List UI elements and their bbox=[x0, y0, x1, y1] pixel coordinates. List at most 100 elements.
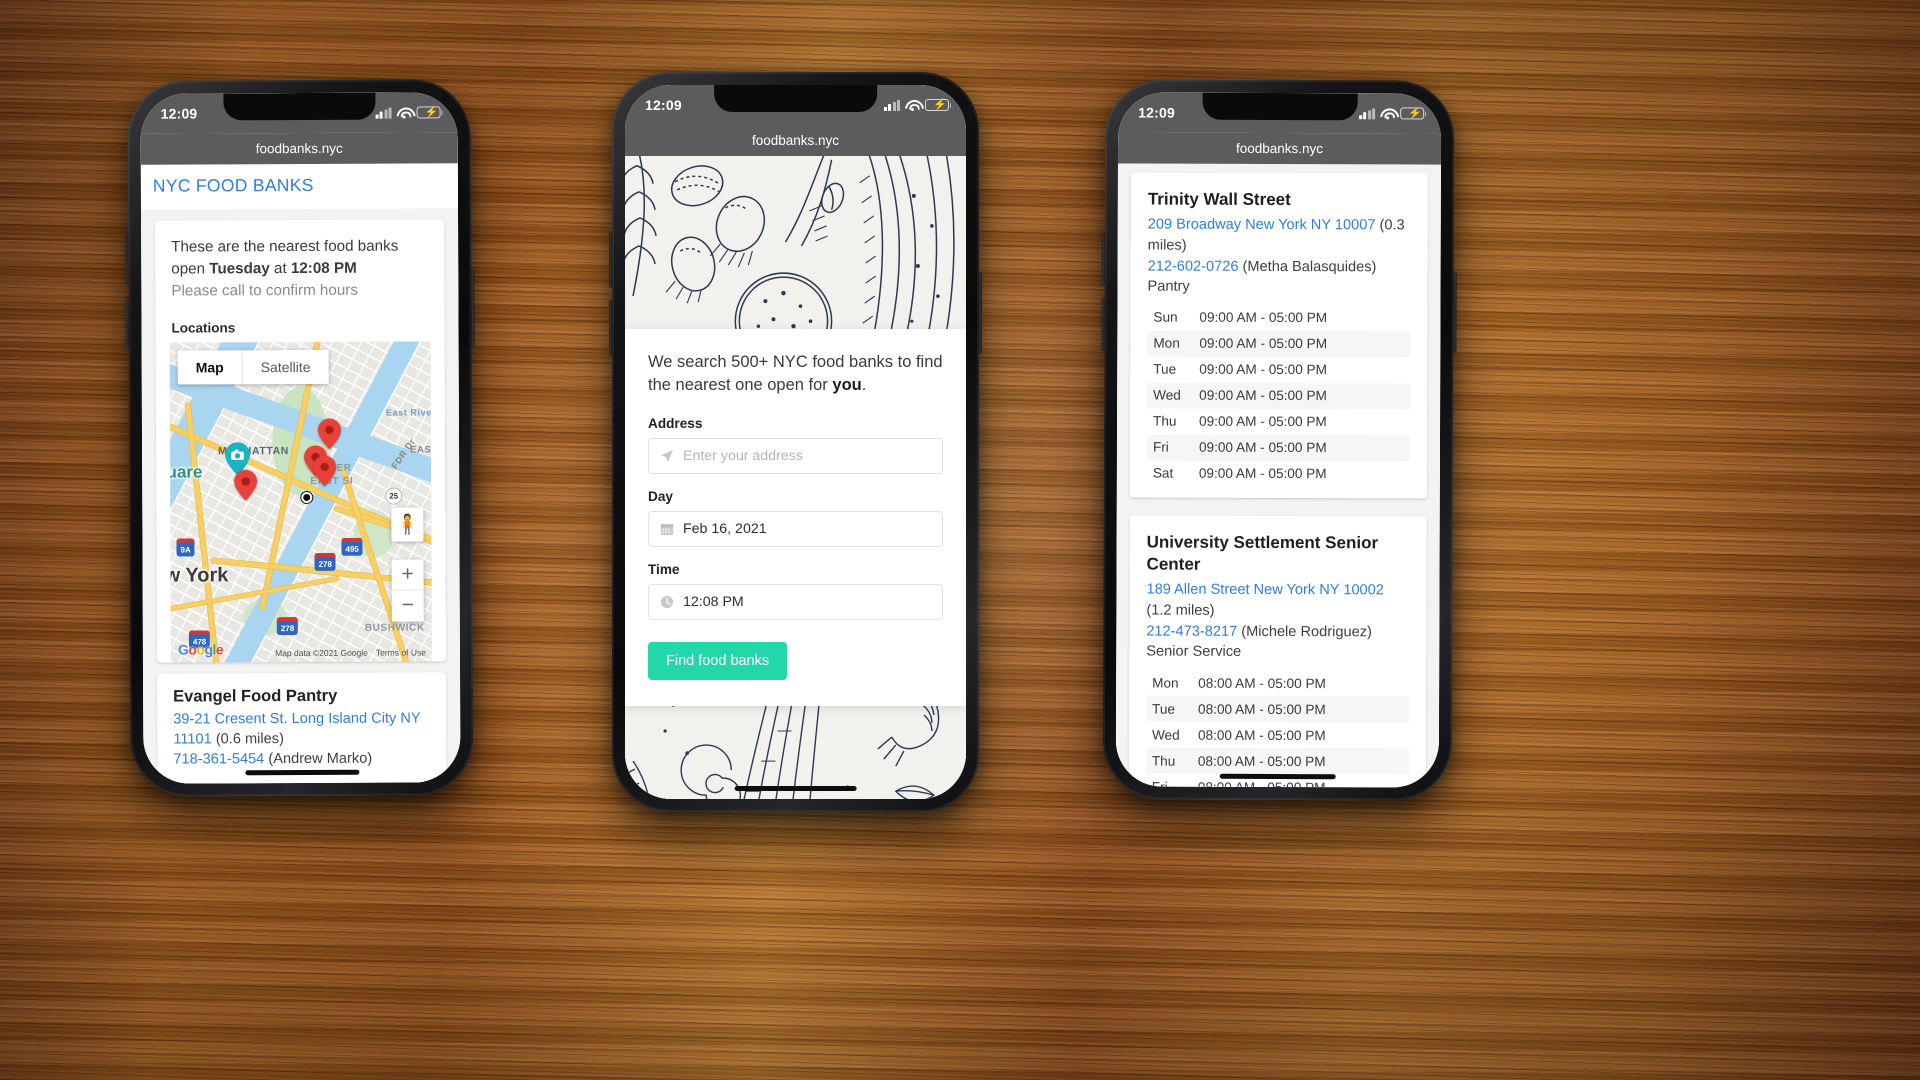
hours-time: 08:00 AM - 05:00 PM bbox=[1197, 753, 1326, 769]
hours-day: Mon bbox=[1152, 675, 1179, 691]
calendar-icon bbox=[660, 522, 679, 536]
google-map[interactable]: MANHATTAN UPPER EAST SI East River FDR D… bbox=[169, 341, 432, 663]
table-row: Sat 09:00 AM - 05:00 PM bbox=[1147, 461, 1410, 488]
location-name: Evangel Food Pantry bbox=[173, 686, 338, 706]
phone1-page: NYC FOOD BANKS These are the nearest foo… bbox=[140, 163, 461, 784]
notch bbox=[222, 92, 376, 121]
volume-down-button[interactable] bbox=[609, 300, 612, 356]
map-user-location-dot bbox=[301, 491, 313, 503]
phone3-page: Trinity Wall Street 209 Broadway New Yor… bbox=[1115, 163, 1441, 788]
browser-url-bar[interactable]: foodbanks.nyc bbox=[625, 125, 966, 156]
zoom-out-button[interactable]: − bbox=[392, 590, 424, 621]
location-address-link[interactable]: 189 Allen Street New York NY 10002 bbox=[1146, 582, 1384, 599]
notch bbox=[1202, 92, 1358, 121]
hours-table: Mon 08:00 AM - 05:00 PM Tue 08:00 AM - 05:… bbox=[1145, 670, 1410, 788]
intro-text-b: at bbox=[269, 259, 291, 278]
map-shield-278: 278 bbox=[314, 552, 336, 571]
home-indicator[interactable] bbox=[734, 786, 857, 791]
time-field[interactable]: 12:08 PM bbox=[648, 583, 943, 620]
search-panel: We search 500+ NYC food banks to find th… bbox=[625, 329, 966, 706]
hours-time: 09:00 AM - 05:00 PM bbox=[1199, 336, 1328, 352]
map-type-map[interactable]: Map bbox=[178, 350, 242, 384]
street-view-pegman-icon[interactable]: 🧍 bbox=[391, 507, 424, 542]
volume-up-button[interactable] bbox=[609, 232, 612, 288]
table-row: Tue 09:00 AM - 05:00 PM bbox=[1147, 357, 1410, 384]
cellular-signal-icon bbox=[883, 99, 900, 111]
location-phone-link[interactable]: 212-602-0726 bbox=[1148, 258, 1239, 274]
location-phone-link[interactable]: 212-473-8217 bbox=[1146, 623, 1237, 639]
wifi-icon bbox=[905, 100, 920, 112]
table-row: Fri 09:00 AM - 05:00 PM bbox=[1146, 434, 1411, 462]
headline-text-c: . bbox=[861, 376, 867, 395]
intro-time: 12:08 PM bbox=[290, 259, 357, 277]
location-result-card[interactable]: Evangel Food Pantry 39-21 Cresent St. Lo… bbox=[157, 672, 447, 784]
battery-charging-icon: ⚡ bbox=[416, 106, 441, 119]
volume-down-button[interactable] bbox=[125, 295, 129, 350]
volume-up-button[interactable] bbox=[1101, 231, 1105, 286]
location-result-card[interactable]: University Settlement Senior Center 189 … bbox=[1128, 515, 1427, 788]
phone1-screen: 12:09 ⚡ foodbanks.nyc NYC FOOD BANKS The… bbox=[140, 92, 461, 784]
map-terms-link[interactable]: Terms of Use bbox=[376, 647, 426, 657]
status-time: 12:09 bbox=[645, 97, 682, 113]
browser-url-bar[interactable]: foodbanks.nyc bbox=[140, 132, 458, 165]
phone-device-right: 12:09 ⚡ foodbanks.nyc Trinity Wall Stree… bbox=[1101, 79, 1457, 801]
clock-icon bbox=[660, 595, 679, 609]
volume-down-button[interactable] bbox=[1101, 297, 1105, 352]
day-field[interactable]: Feb 16, 2021 bbox=[648, 510, 943, 547]
cellular-signal-icon bbox=[1358, 107, 1376, 119]
map-pin[interactable] bbox=[313, 455, 337, 487]
hours-time: 08:00 AM - 05:00 PM bbox=[1197, 727, 1326, 743]
location-phone-link[interactable]: 718-361-5454 bbox=[173, 751, 264, 767]
hours-time: 09:00 AM - 05:00 PM bbox=[1199, 362, 1327, 378]
table-row: Sun 09:00 AM - 05:00 PM bbox=[1147, 305, 1410, 332]
hours-day: Thu bbox=[1151, 753, 1176, 769]
location-address-link[interactable]: 39-21 Cresent St. Long Island City NY 11… bbox=[173, 710, 420, 747]
zoom-in-button[interactable]: + bbox=[391, 559, 424, 591]
hours-time: 09:00 AM - 05:00 PM bbox=[1199, 388, 1327, 404]
wifi-icon bbox=[397, 107, 412, 119]
table-row: Thu 09:00 AM - 05:00 PM bbox=[1147, 409, 1410, 436]
hours-day: Tue bbox=[1153, 362, 1177, 378]
battery-charging-icon: ⚡ bbox=[925, 99, 952, 111]
find-food-banks-button[interactable]: Find food banks bbox=[648, 641, 788, 680]
intro-subnote: Please call to confirm hours bbox=[171, 281, 358, 300]
volume-up-button[interactable] bbox=[125, 230, 129, 285]
hours-table: Sun 09:00 AM - 05:00 PM Mon 09:00 AM - 05:… bbox=[1146, 305, 1411, 488]
location-contact: (Michele Rodriguez) bbox=[1241, 623, 1372, 640]
google-logo: Google bbox=[177, 641, 224, 658]
food-illustration-top bbox=[625, 156, 966, 346]
map-shield-495: 495 bbox=[341, 537, 363, 556]
location-contact: (Andrew Marko) bbox=[268, 750, 373, 768]
map-shield-9a: 9A bbox=[176, 538, 195, 557]
location-result-card[interactable]: Trinity Wall Street 209 Broadway New Yor… bbox=[1129, 172, 1428, 499]
notch bbox=[713, 85, 878, 112]
day-input[interactable]: Feb 16, 2021 bbox=[683, 521, 767, 537]
location-address-link[interactable]: 209 Broadway New York NY 10007 bbox=[1148, 217, 1376, 234]
time-label: Time bbox=[648, 561, 680, 577]
home-indicator[interactable] bbox=[244, 769, 360, 776]
status-icons: ⚡ bbox=[1358, 107, 1425, 120]
battery-charging-icon: ⚡ bbox=[1400, 107, 1425, 120]
phone2-screen: 12:09 ⚡ foodbanks.nyc We search 500+ NYC… bbox=[625, 85, 966, 799]
hours-day: Fri bbox=[1152, 440, 1169, 456]
map-type-satellite[interactable]: Satellite bbox=[241, 349, 329, 384]
location-distance: (1.2 miles) bbox=[1146, 602, 1215, 619]
power-button[interactable] bbox=[1453, 272, 1457, 353]
status-icons: ⚡ bbox=[883, 99, 952, 112]
time-input[interactable]: 12:08 PM bbox=[683, 594, 744, 610]
map-zoom-controls[interactable]: + − bbox=[391, 559, 424, 622]
hours-time: 09:00 AM - 05:00 PM bbox=[1198, 440, 1327, 456]
address-input[interactable]: Enter your address bbox=[683, 448, 803, 464]
address-field[interactable]: Enter your address bbox=[648, 437, 943, 474]
browser-url-bar[interactable]: foodbanks.nyc bbox=[1117, 132, 1442, 165]
power-button[interactable] bbox=[471, 269, 475, 348]
map-label-square: quare bbox=[169, 462, 203, 482]
power-button[interactable] bbox=[979, 272, 982, 354]
phone-device-center: 12:09 ⚡ foodbanks.nyc We search 500+ NYC… bbox=[609, 72, 982, 812]
day-label: Day bbox=[648, 488, 673, 504]
site-title[interactable]: NYC FOOD BANKS bbox=[140, 163, 458, 210]
home-indicator[interactable] bbox=[1219, 773, 1336, 780]
map-type-toggle[interactable]: Map Satellite bbox=[177, 349, 329, 385]
url-text: foodbanks.nyc bbox=[1235, 140, 1324, 157]
map-pin[interactable] bbox=[234, 469, 258, 501]
